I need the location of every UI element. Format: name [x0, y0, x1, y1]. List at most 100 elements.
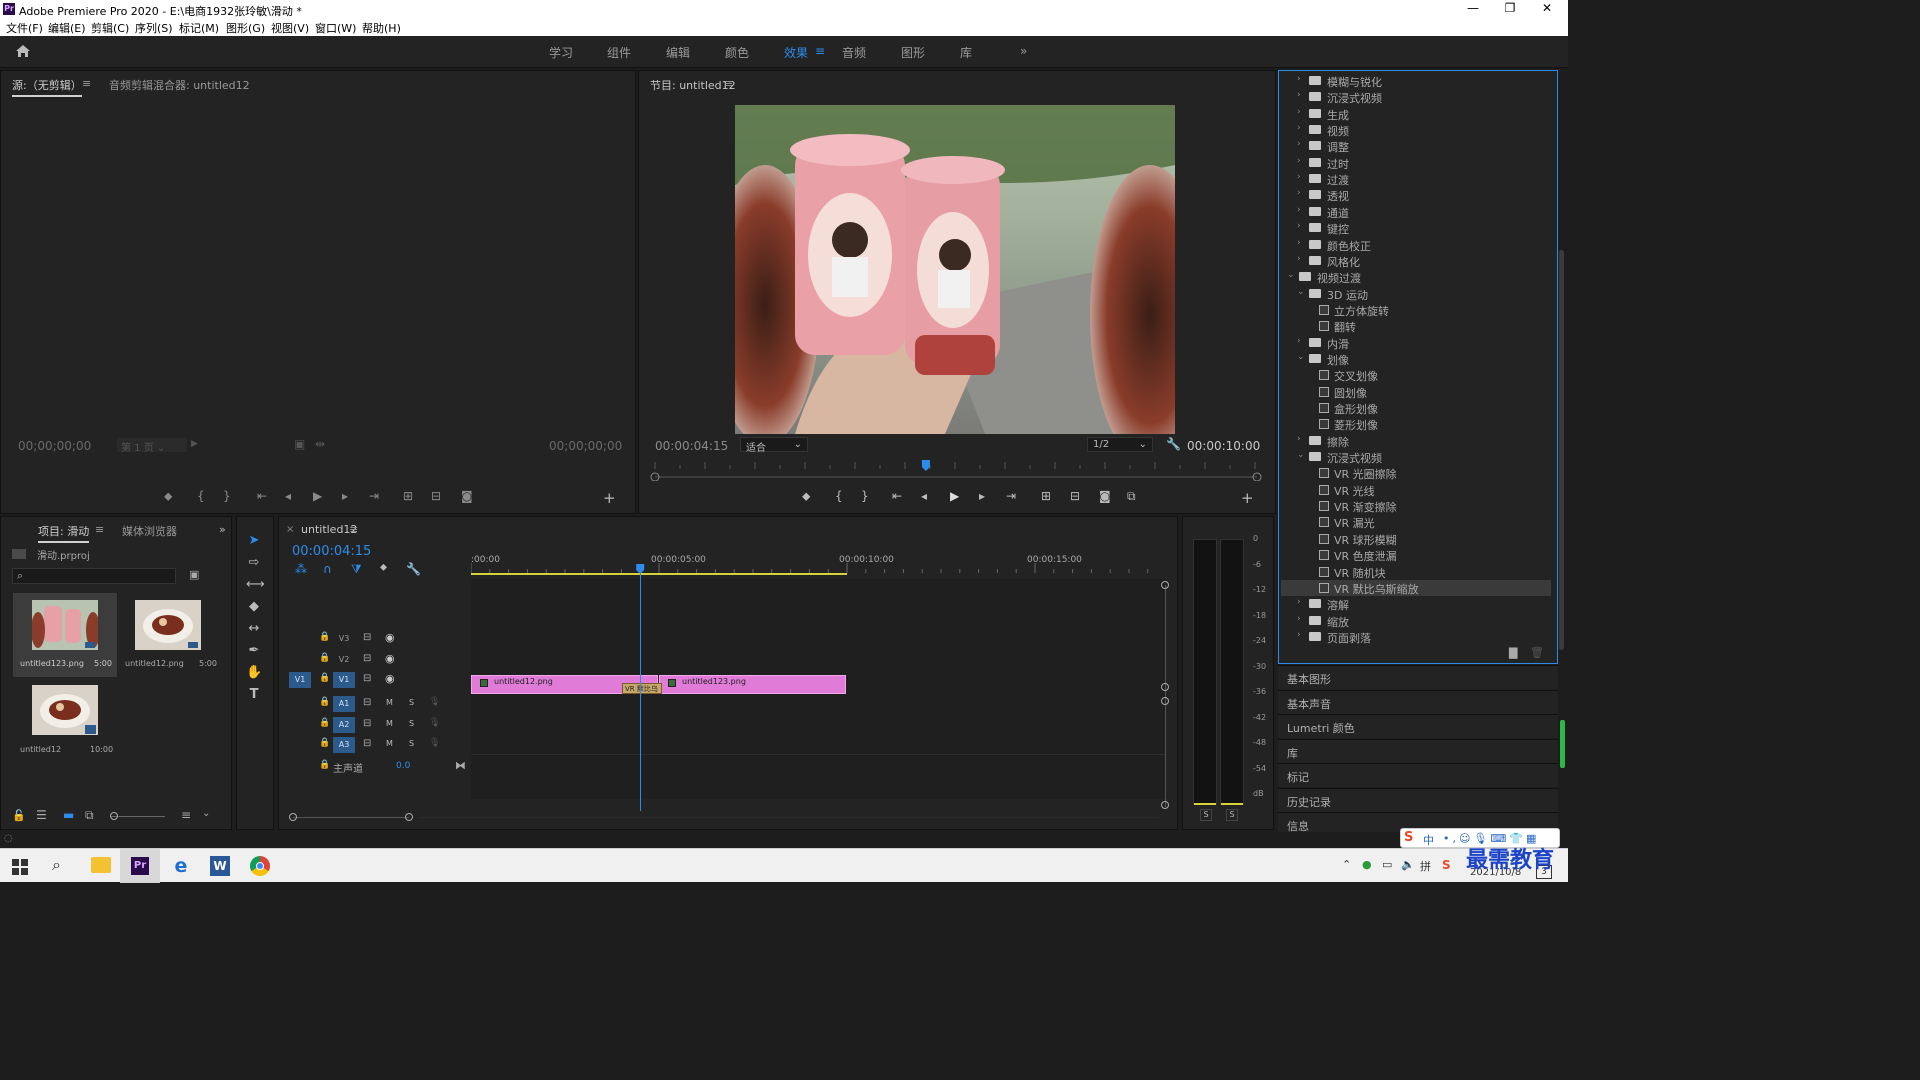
effects-folder[interactable]: › 页面剥落	[1281, 629, 1551, 645]
effects-scroll-thumb[interactable]	[1559, 250, 1564, 650]
effects-folder[interactable]: › 生成	[1281, 106, 1551, 122]
effects-folder[interactable]: › 内滑	[1281, 335, 1551, 351]
side-panel-header[interactable]: 基本声音	[1278, 689, 1558, 714]
ripple-edit-tool-icon[interactable]: ⟷	[246, 577, 265, 593]
extract-icon[interactable]: ⊟	[1070, 489, 1080, 503]
menu-help[interactable]: 帮助(H)	[362, 20, 401, 36]
effects-folder[interactable]: › 过渡	[1281, 171, 1551, 187]
chevron-down-icon[interactable]: ⌄	[1287, 270, 1295, 280]
close-button[interactable]: ✕	[1532, 1, 1562, 15]
solo-left-button[interactable]: S	[1200, 809, 1212, 821]
lock-track-icon[interactable]: 🔒	[319, 697, 330, 707]
program-panel-menu-icon[interactable]: ≡	[724, 77, 733, 90]
step-forward-icon[interactable]: ▸	[342, 489, 348, 503]
home-icon[interactable]	[15, 44, 31, 58]
restore-button[interactable]: ❐	[1495, 1, 1525, 15]
list-view-icon[interactable]: ☰	[36, 808, 47, 822]
effect-item[interactable]: 菱形划像	[1281, 416, 1551, 432]
chevron-right-icon[interactable]: ›	[1297, 597, 1301, 607]
chrome-icon[interactable]	[250, 856, 270, 876]
tab-program[interactable]: 节目: untitled12	[650, 77, 736, 93]
zoom-slider-handle[interactable]	[110, 812, 118, 820]
export-frame-icon[interactable]: ◙	[1099, 489, 1111, 503]
side-panel-header[interactable]: 基本图形	[1278, 665, 1558, 689]
effect-item[interactable]: VR 光线	[1281, 482, 1551, 498]
track-target[interactable]: V3	[333, 631, 355, 647]
lock-icon[interactable]: 🔓	[12, 809, 26, 822]
windows-start-icon[interactable]	[12, 859, 28, 875]
nest-icon[interactable]: ⁂	[295, 562, 307, 576]
minimize-button[interactable]: —	[1458, 1, 1488, 15]
wrench-icon[interactable]: 🔧	[1166, 437, 1181, 451]
effects-folder[interactable]: › 溶解	[1281, 596, 1551, 612]
chevron-right-icon[interactable]: ›	[1297, 221, 1301, 231]
track-target[interactable]: A3	[333, 737, 355, 753]
project-item[interactable]: untitled12 10:00	[13, 681, 117, 765]
effects-folder[interactable]: › 视频	[1281, 122, 1551, 138]
workspace-assembly[interactable]: 组件	[607, 44, 631, 61]
lock-track-icon[interactable]: 🔒	[319, 738, 330, 748]
side-panel-header[interactable]: 库	[1278, 738, 1558, 763]
effects-folder[interactable]: › 过时	[1281, 155, 1551, 171]
menu-clip[interactable]: 剪辑(C)	[91, 20, 129, 36]
snap-icon[interactable]: ∩	[323, 562, 332, 576]
razor-tool-icon[interactable]: ◆	[246, 599, 262, 615]
menu-graphics[interactable]: 图形(G)	[226, 20, 265, 36]
program-go-to-in-icon[interactable]: ⇤	[892, 489, 902, 503]
horizontal-zoom-bar[interactable]	[293, 817, 409, 818]
track-select-tool-icon[interactable]: ⇨	[246, 555, 262, 571]
vzoom-handle-top[interactable]	[1161, 581, 1169, 589]
side-scroll-indicator[interactable]	[1560, 720, 1565, 768]
master-volume[interactable]: 0.0	[396, 761, 410, 771]
mute-button[interactable]: M	[386, 739, 393, 748]
effects-folder[interactable]: › 沉浸式视频	[1281, 89, 1551, 105]
chevron-right-icon[interactable]: ›	[1297, 188, 1301, 198]
sort-icon[interactable]: ≡	[181, 808, 191, 822]
tray-app-icon[interactable]: ●	[1362, 858, 1372, 871]
type-tool-icon[interactable]: T	[246, 687, 262, 703]
add-button-icon[interactable]: +	[603, 489, 616, 507]
program-playhead[interactable]	[921, 460, 930, 471]
hand-tool-icon[interactable]: ✋	[246, 665, 262, 681]
program-timecode[interactable]: 00:00:04:15	[655, 439, 728, 453]
chevron-down-icon[interactable]: ⌄	[1297, 287, 1305, 297]
menu-marker[interactable]: 标记(M)	[179, 20, 219, 36]
mic-icon[interactable]: 🎙	[429, 697, 440, 707]
effect-item[interactable]: 圆划像	[1281, 384, 1551, 400]
sync-lock-icon[interactable]: ⊟	[363, 653, 371, 664]
drag-icon[interactable]: ⇹	[315, 437, 325, 451]
project-item[interactable]: untitled12.png 5:00	[119, 593, 219, 677]
program-scrubber[interactable]	[649, 457, 1263, 481]
effects-scrollbar[interactable]	[1558, 70, 1566, 664]
effect-item[interactable]: VR 默比乌斯缩放	[1281, 579, 1551, 596]
eye-icon[interactable]: ◉	[385, 631, 395, 644]
vzoom-handle-bottom[interactable]	[1161, 801, 1169, 809]
solo-button[interactable]: S	[409, 739, 414, 748]
effect-item[interactable]: 翻转	[1281, 318, 1551, 334]
sync-lock-icon[interactable]: ⊟	[363, 697, 371, 708]
effect-item[interactable]: VR 随机块	[1281, 564, 1551, 580]
effects-folder[interactable]: ⌄ 视频过渡	[1281, 269, 1551, 285]
search-taskbar-icon[interactable]: ⌕	[52, 855, 61, 875]
sort-chevron-icon[interactable]: ⌄	[202, 808, 210, 819]
chevron-right-icon[interactable]: ›	[1297, 614, 1301, 624]
mic-icon[interactable]: 🎙	[429, 718, 440, 728]
linked-selection-icon[interactable]: ⧩	[351, 562, 362, 577]
sync-lock-icon[interactable]: ⊟	[363, 738, 371, 749]
menu-edit[interactable]: 编辑(E)	[48, 20, 86, 36]
side-panel-header[interactable]: 历史记录	[1278, 787, 1558, 812]
zoom-fit-select[interactable]: 适合 ⌄	[740, 437, 808, 454]
effects-folder[interactable]: ⌄ 沉浸式视频	[1281, 449, 1551, 465]
tab-source[interactable]: 源:（无剪辑）	[12, 77, 82, 97]
effect-item[interactable]: VR 色度泄漏	[1281, 547, 1551, 563]
more-panels-icon[interactable]: »	[219, 523, 226, 536]
delete-icon[interactable]: 🗑	[1530, 646, 1544, 659]
settings-small-icon[interactable]: ▣	[294, 437, 305, 451]
mute-button[interactable]: M	[386, 719, 393, 728]
go-to-in-icon[interactable]: ⇤	[257, 489, 267, 503]
icon-view-icon[interactable]: ▬	[63, 808, 74, 822]
program-go-to-out-icon[interactable]: ⇥	[1006, 489, 1016, 503]
project-search-input[interactable]: ⌕	[12, 568, 176, 584]
workspace-audio[interactable]: 音频	[842, 44, 866, 61]
hscroll-track[interactable]	[419, 817, 1159, 818]
